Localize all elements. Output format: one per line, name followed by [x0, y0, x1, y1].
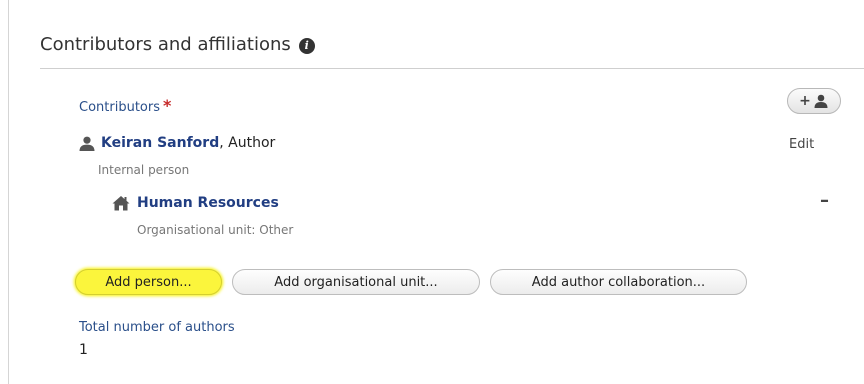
- info-icon[interactable]: i: [298, 37, 315, 54]
- plus-icon: +: [799, 93, 811, 109]
- add-person-button[interactable]: Add person...: [75, 269, 222, 295]
- add-person-icon: [814, 94, 828, 108]
- contributors-label-text: Contributors: [79, 100, 160, 115]
- add-contributor-button[interactable]: +: [787, 88, 841, 114]
- organisation-name-link[interactable]: Human Resources: [137, 195, 279, 211]
- edit-contributor-link[interactable]: Edit: [789, 137, 814, 152]
- add-author-collaboration-button[interactable]: Add author collaboration...: [490, 269, 747, 295]
- required-marker: *: [162, 96, 172, 115]
- total-authors-label: Total number of authors: [79, 320, 235, 335]
- contributors-label: Contributors *: [79, 96, 171, 115]
- home-icon: [112, 196, 130, 211]
- remove-organisation-button[interactable]: –: [820, 190, 829, 211]
- add-organisational-unit-button[interactable]: Add organisational unit...: [232, 269, 480, 295]
- section-title: Contributors and affiliations: [40, 34, 291, 55]
- section-divider: [40, 68, 864, 69]
- person-icon: [79, 136, 95, 151]
- page: Contributors and affiliations i Contribu…: [0, 0, 864, 384]
- section-header: Contributors and affiliations i: [40, 34, 315, 55]
- contributor-person-row: Keiran Sanford, Author: [79, 135, 275, 151]
- organisation-type: Organisational unit: Other: [137, 223, 294, 237]
- organisation-row: Human Resources: [112, 195, 279, 211]
- left-divider: [8, 0, 9, 384]
- person-name-link[interactable]: Keiran Sanford: [101, 135, 219, 151]
- total-authors-value: 1: [79, 342, 88, 358]
- person-type: Internal person: [98, 163, 190, 177]
- person-role: , Author: [219, 135, 276, 151]
